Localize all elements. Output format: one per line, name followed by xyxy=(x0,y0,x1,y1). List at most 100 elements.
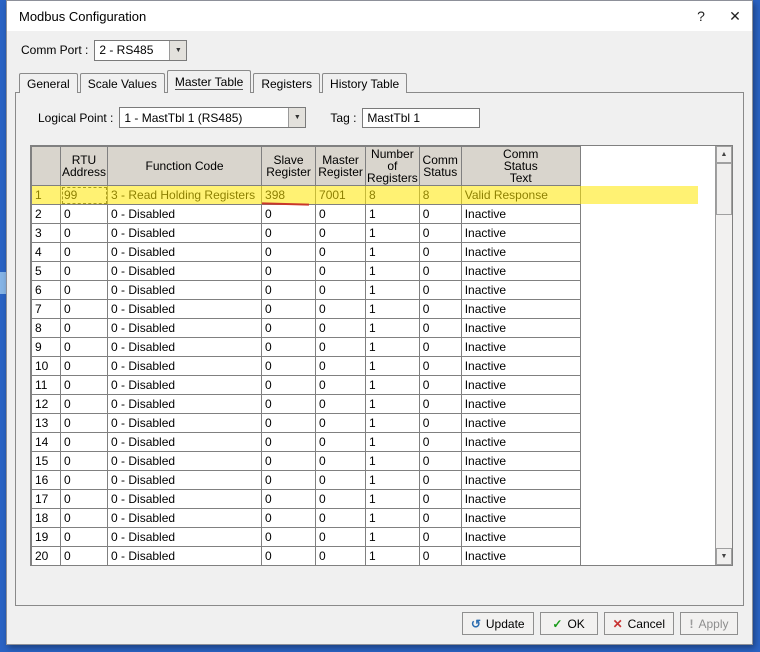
row-number[interactable]: 16 xyxy=(31,470,61,490)
cell-master[interactable]: 0 xyxy=(315,508,367,528)
row-number[interactable]: 20 xyxy=(31,546,61,566)
cancel-button[interactable]: ✕ Cancel xyxy=(603,612,674,635)
cell-rtu[interactable]: 0 xyxy=(59,204,109,224)
row-number[interactable]: 15 xyxy=(31,451,61,471)
cell-rtu[interactable]: 0 xyxy=(59,356,109,376)
cell-func[interactable]: 0 - Disabled xyxy=(107,280,263,300)
row-number[interactable]: 11 xyxy=(31,375,61,395)
cell-slave[interactable]: 0 xyxy=(261,375,317,395)
cell-slave[interactable]: 0 xyxy=(261,261,317,281)
cell-nregs[interactable]: 1 xyxy=(365,337,420,357)
cell-func[interactable]: 0 - Disabled xyxy=(107,470,263,490)
cell-nregs[interactable]: 1 xyxy=(365,299,420,319)
scrollbar-thumb[interactable] xyxy=(716,163,732,215)
cell-slave[interactable]: 0 xyxy=(261,299,317,319)
cell-slave[interactable]: 0 xyxy=(261,413,317,433)
cell-rtu[interactable]: 0 xyxy=(59,223,109,243)
update-button[interactable]: ↺ Update xyxy=(461,612,534,635)
row-number[interactable]: 13 xyxy=(31,413,61,433)
cell-rtu[interactable]: 0 xyxy=(59,261,109,281)
chevron-down-icon[interactable]: ▼ xyxy=(288,108,306,127)
scroll-up-icon[interactable]: ▲ xyxy=(716,146,732,163)
tab-master-table[interactable]: Master Table xyxy=(166,70,252,93)
cell-slave[interactable]: 0 xyxy=(261,546,317,566)
cell-func[interactable]: 0 - Disabled xyxy=(107,413,263,433)
row-number[interactable]: 3 xyxy=(31,223,61,243)
cell-nregs[interactable]: 1 xyxy=(365,451,420,471)
cell-rtu[interactable]: 0 xyxy=(59,508,109,528)
cell-slave[interactable]: 0 xyxy=(261,527,317,547)
cell-rtu[interactable]: 0 xyxy=(59,489,109,509)
cell-master[interactable]: 0 xyxy=(315,356,367,376)
cell-slave[interactable]: 0 xyxy=(261,356,317,376)
cell-slave[interactable]: 0 xyxy=(261,470,317,490)
cell-slave[interactable]: 0 xyxy=(261,223,317,243)
cell-slave[interactable]: 0 xyxy=(261,280,317,300)
cell-rtu[interactable]: 0 xyxy=(59,299,109,319)
cell-master[interactable]: 0 xyxy=(315,470,367,490)
cell-rtu[interactable]: 99 xyxy=(59,185,109,205)
cell-nregs[interactable]: 1 xyxy=(365,394,420,414)
cell-slave[interactable]: 0 xyxy=(261,242,317,262)
cell-rtu[interactable]: 0 xyxy=(59,394,109,414)
cell-master[interactable]: 0 xyxy=(315,375,367,395)
close-icon[interactable]: ✕ xyxy=(718,1,752,31)
row-number[interactable]: 2 xyxy=(31,204,61,224)
cell-master[interactable]: 0 xyxy=(315,394,367,414)
tab-general[interactable]: General xyxy=(19,73,78,93)
row-number[interactable]: 17 xyxy=(31,489,61,509)
row-number[interactable]: 12 xyxy=(31,394,61,414)
cell-nregs[interactable]: 1 xyxy=(365,413,420,433)
ok-button[interactable]: ✓ OK xyxy=(539,612,598,635)
cell-slave[interactable]: 0 xyxy=(261,394,317,414)
row-number[interactable]: 7 xyxy=(31,299,61,319)
cell-func[interactable]: 0 - Disabled xyxy=(107,299,263,319)
cell-func[interactable]: 0 - Disabled xyxy=(107,508,263,528)
cell-rtu[interactable]: 0 xyxy=(59,451,109,471)
cell-slave[interactable]: 0 xyxy=(261,318,317,338)
cell-slave[interactable]: 0 xyxy=(261,489,317,509)
cell-master[interactable]: 7001 xyxy=(315,185,367,205)
cell-nregs[interactable]: 1 xyxy=(365,508,420,528)
cell-slave[interactable]: 0 xyxy=(261,451,317,471)
cell-master[interactable]: 0 xyxy=(315,280,367,300)
cell-nregs[interactable]: 1 xyxy=(365,261,420,281)
cell-rtu[interactable]: 0 xyxy=(59,470,109,490)
cell-master[interactable]: 0 xyxy=(315,299,367,319)
cell-slave[interactable]: 0 xyxy=(261,337,317,357)
cell-slave[interactable]: 0 xyxy=(261,508,317,528)
cell-master[interactable]: 0 xyxy=(315,432,367,452)
cell-func[interactable]: 0 - Disabled xyxy=(107,261,263,281)
row-number[interactable]: 18 xyxy=(31,508,61,528)
cell-rtu[interactable]: 0 xyxy=(59,242,109,262)
row-number[interactable]: 10 xyxy=(31,356,61,376)
cell-nregs[interactable]: 8 xyxy=(365,185,420,205)
cell-master[interactable]: 0 xyxy=(315,489,367,509)
cell-master[interactable]: 0 xyxy=(315,223,367,243)
help-icon[interactable]: ? xyxy=(684,1,718,31)
cell-nregs[interactable]: 1 xyxy=(365,242,420,262)
cell-nregs[interactable]: 1 xyxy=(365,223,420,243)
row-number[interactable]: 4 xyxy=(31,242,61,262)
tab-scale-values[interactable]: Scale Values xyxy=(79,73,165,93)
tab-registers[interactable]: Registers xyxy=(253,73,321,93)
cell-master[interactable]: 0 xyxy=(315,204,367,224)
row-number[interactable]: 8 xyxy=(31,318,61,338)
cell-func[interactable]: 0 - Disabled xyxy=(107,242,263,262)
cell-rtu[interactable]: 0 xyxy=(59,337,109,357)
cell-rtu[interactable]: 0 xyxy=(59,375,109,395)
cell-slave[interactable]: 0 xyxy=(261,204,317,224)
cell-nregs[interactable]: 1 xyxy=(365,527,420,547)
cell-nregs[interactable]: 1 xyxy=(365,432,420,452)
cell-slave[interactable]: 0 xyxy=(261,432,317,452)
cell-nregs[interactable]: 1 xyxy=(365,546,420,566)
row-number[interactable]: 9 xyxy=(31,337,61,357)
cell-nregs[interactable]: 1 xyxy=(365,318,420,338)
cell-func[interactable]: 3 - Read Holding Registers xyxy=(107,185,263,205)
cell-func[interactable]: 0 - Disabled xyxy=(107,337,263,357)
row-number[interactable]: 5 xyxy=(31,261,61,281)
cell-rtu[interactable]: 0 xyxy=(59,432,109,452)
row-number[interactable]: 6 xyxy=(31,280,61,300)
cell-master[interactable]: 0 xyxy=(315,527,367,547)
cell-master[interactable]: 0 xyxy=(315,318,367,338)
